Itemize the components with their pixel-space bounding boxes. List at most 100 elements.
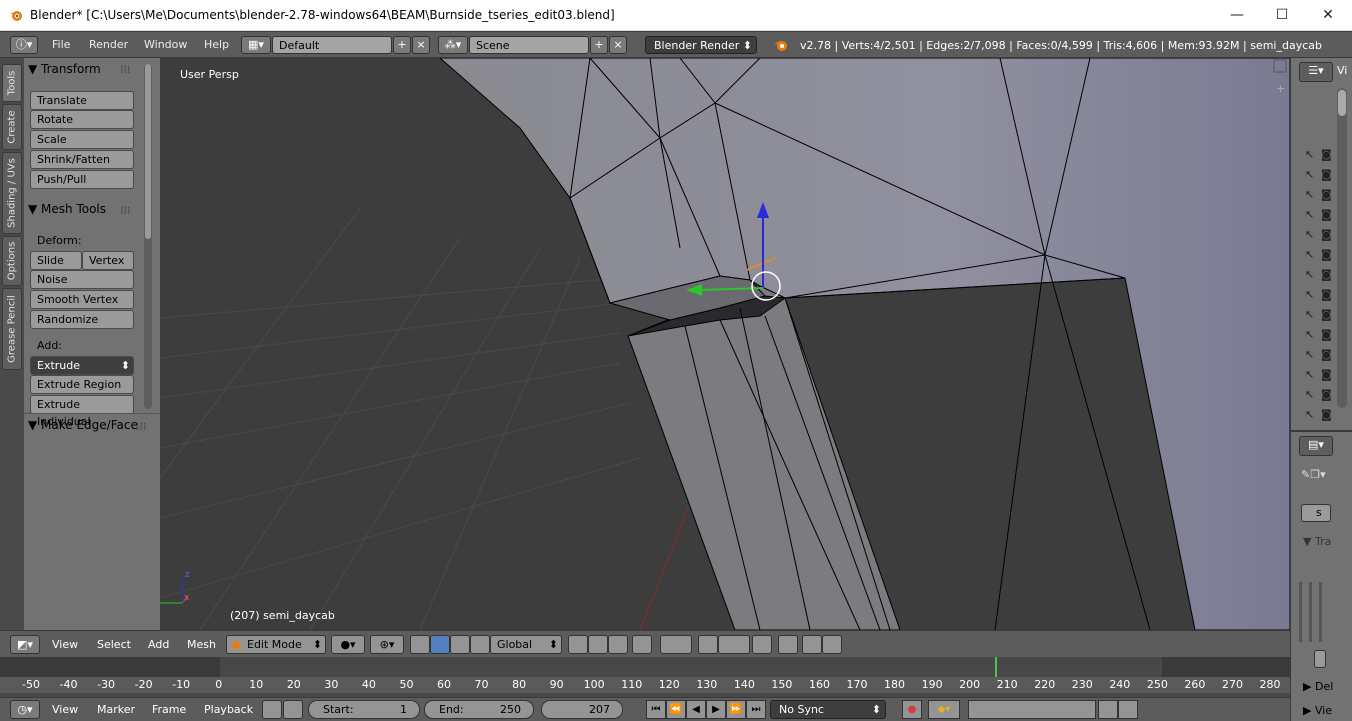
minimize-button[interactable]: —	[1214, 0, 1260, 31]
translate-manipulator-icon[interactable]	[430, 635, 450, 654]
selectable-toggle-icon[interactable]: ↖	[1305, 368, 1314, 381]
menu-add[interactable]: Add	[148, 638, 169, 651]
renderable-toggle-icon[interactable]: ◙	[1321, 168, 1332, 181]
sync-mode-select[interactable]: No Sync ⬍	[770, 700, 886, 719]
tab-grease-pencil[interactable]: Grease Pencil	[2, 288, 22, 370]
renderable-toggle-icon[interactable]: ◙	[1321, 208, 1332, 221]
selectable-toggle-icon[interactable]: ↖	[1305, 208, 1314, 221]
selectable-toggle-icon[interactable]: ↖	[1305, 228, 1314, 241]
scrollbar-thumb[interactable]	[145, 64, 151, 239]
drag-handle-icon[interactable]: ⁞⁞⁞	[120, 63, 131, 76]
insert-keyframe-icon[interactable]	[1098, 700, 1118, 719]
noise-button[interactable]: Noise	[30, 270, 134, 289]
properties-toggle-icon[interactable]: +	[1276, 82, 1285, 95]
jump-keyframe-forward-icon[interactable]: ⏩	[726, 700, 746, 719]
transform-panel-header[interactable]: ▼ Transform	[28, 62, 101, 76]
selectable-toggle-icon[interactable]: ↖	[1305, 328, 1314, 341]
properties-editor-type-icon[interactable]: ▤▾	[1299, 436, 1333, 456]
slider-track[interactable]	[1319, 582, 1322, 642]
extrude-individual-button[interactable]: Extrude Individual	[30, 395, 134, 428]
viewport-shading-icon[interactable]: ●▾	[331, 635, 365, 654]
properties-context-icons[interactable]: ✎❐▾	[1301, 468, 1326, 481]
slider-track[interactable]	[1299, 582, 1302, 642]
snap-target-icon[interactable]	[752, 635, 772, 654]
menu-view[interactable]: View	[52, 638, 78, 651]
slider-track[interactable]	[1309, 582, 1312, 642]
selectable-toggle-icon[interactable]: ↖	[1305, 268, 1314, 281]
menu-file[interactable]: File	[52, 38, 70, 51]
remove-layout-icon[interactable]: ×	[412, 36, 430, 54]
extrude-region-button[interactable]: Extrude Region	[30, 375, 134, 394]
renderable-toggle-icon[interactable]: ◙	[1321, 188, 1332, 201]
translate-button[interactable]: Translate	[30, 91, 134, 110]
snap-element-icon[interactable]	[718, 635, 750, 654]
timeline-ruler[interactable]: -50 -40 -30 -20 -10 0 10 20 30 40 50 60 70 80 90 100 110…	[0, 677, 1290, 693]
edge-select-mode-icon[interactable]	[588, 635, 608, 654]
smooth-vertex-button[interactable]: Smooth Vertex	[30, 290, 134, 309]
outliner-scrollbar[interactable]	[1337, 88, 1347, 408]
current-frame-field[interactable]: 207	[541, 700, 623, 719]
timeline[interactable]: -50 -40 -30 -20 -10 0 10 20 30 40 50 60 70 80 90 100 110…	[0, 657, 1290, 697]
renderable-toggle-icon[interactable]: ◙	[1321, 328, 1332, 341]
screen-layout-icon[interactable]: ▦▾	[241, 36, 271, 54]
limit-selection-icon[interactable]	[632, 635, 652, 654]
renderable-toggle-icon[interactable]: ◙	[1321, 388, 1332, 401]
renderable-toggle-icon[interactable]: ◙	[1321, 288, 1332, 301]
outliner-editor-type-icon[interactable]: ☰▾	[1299, 62, 1333, 82]
selectable-toggle-icon[interactable]: ↖	[1305, 248, 1314, 261]
manipulator-toggle-icon[interactable]	[410, 635, 430, 654]
outliner-scrollbar-thumb[interactable]	[1338, 90, 1346, 116]
menu-window[interactable]: Window	[144, 38, 187, 51]
snap-toggle-icon[interactable]	[698, 635, 718, 654]
end-frame-field[interactable]: End: 250	[424, 700, 534, 719]
tab-create[interactable]: Create	[2, 104, 22, 150]
renderable-toggle-icon[interactable]: ◙	[1321, 408, 1332, 421]
shrink-fatten-button[interactable]: Shrink/Fatten	[30, 150, 134, 169]
scale-manipulator-icon[interactable]	[470, 635, 490, 654]
render-engine-select[interactable]: Blender Render ⬍	[645, 36, 757, 54]
current-frame-marker[interactable]	[994, 657, 997, 677]
remove-scene-icon[interactable]: ×	[609, 36, 627, 54]
keying-icon[interactable]: ◆▾	[928, 700, 960, 719]
editor-type-info-icon[interactable]: ⓘ▾	[10, 36, 38, 54]
selectable-toggle-icon[interactable]: ↖	[1305, 388, 1314, 401]
transform-orientation-select[interactable]: Global ⬍	[490, 635, 562, 654]
menu-render[interactable]: Render	[89, 38, 128, 51]
menu-mesh[interactable]: Mesh	[187, 638, 216, 651]
render-preview-icon[interactable]	[802, 635, 822, 654]
push-pull-button[interactable]: Push/Pull	[30, 170, 134, 189]
start-frame-field[interactable]: Start: 1	[308, 700, 420, 719]
object-name-field[interactable]: s	[1301, 504, 1331, 522]
selectable-toggle-icon[interactable]: ↖	[1305, 308, 1314, 321]
tab-tools[interactable]: Tools	[2, 64, 22, 102]
renderable-toggle-icon[interactable]: ◙	[1321, 228, 1332, 241]
selectable-toggle-icon[interactable]: ↖	[1305, 168, 1314, 181]
renderable-toggle-icon[interactable]: ◙	[1321, 368, 1332, 381]
selectable-toggle-icon[interactable]: ↖	[1305, 408, 1314, 421]
add-scene-icon[interactable]: +	[590, 36, 608, 54]
mesh-tools-panel-header[interactable]: ▼ Mesh Tools	[28, 202, 106, 216]
scene-field[interactable]: Scene	[469, 36, 589, 54]
menu-frame[interactable]: Frame	[152, 703, 186, 716]
preview-range-icon[interactable]	[262, 700, 282, 719]
keying-set-field[interactable]	[968, 700, 1096, 719]
renderable-toggle-icon[interactable]: ◙	[1321, 248, 1332, 261]
selectable-toggle-icon[interactable]: ↖	[1305, 188, 1314, 201]
scale-button[interactable]: Scale	[30, 130, 134, 149]
menu-marker[interactable]: Marker	[97, 703, 135, 716]
extrude-menu-button[interactable]: Extrude ⬍	[30, 356, 134, 375]
maximize-button[interactable]: ☐	[1259, 0, 1305, 31]
randomize-button[interactable]: Randomize	[30, 310, 134, 329]
vertex-select-mode-icon[interactable]	[568, 635, 588, 654]
selectable-toggle-icon[interactable]: ↖	[1305, 288, 1314, 301]
tab-shading-uvs[interactable]: Shading / UVs	[2, 152, 22, 234]
play-icon[interactable]: ▶	[706, 700, 726, 719]
copy-icon[interactable]	[778, 635, 798, 654]
scroll-button[interactable]	[1314, 650, 1326, 668]
menu-select[interactable]: Select	[97, 638, 131, 651]
editor-type-3d-icon[interactable]: ◩▾	[10, 635, 40, 654]
view-subpanel[interactable]: ▶ Vie	[1303, 704, 1332, 717]
menu-timeline-view[interactable]: View	[52, 703, 78, 716]
close-window-button[interactable]: ✕	[1305, 0, 1351, 31]
jump-start-icon[interactable]: ⏮	[646, 700, 666, 719]
